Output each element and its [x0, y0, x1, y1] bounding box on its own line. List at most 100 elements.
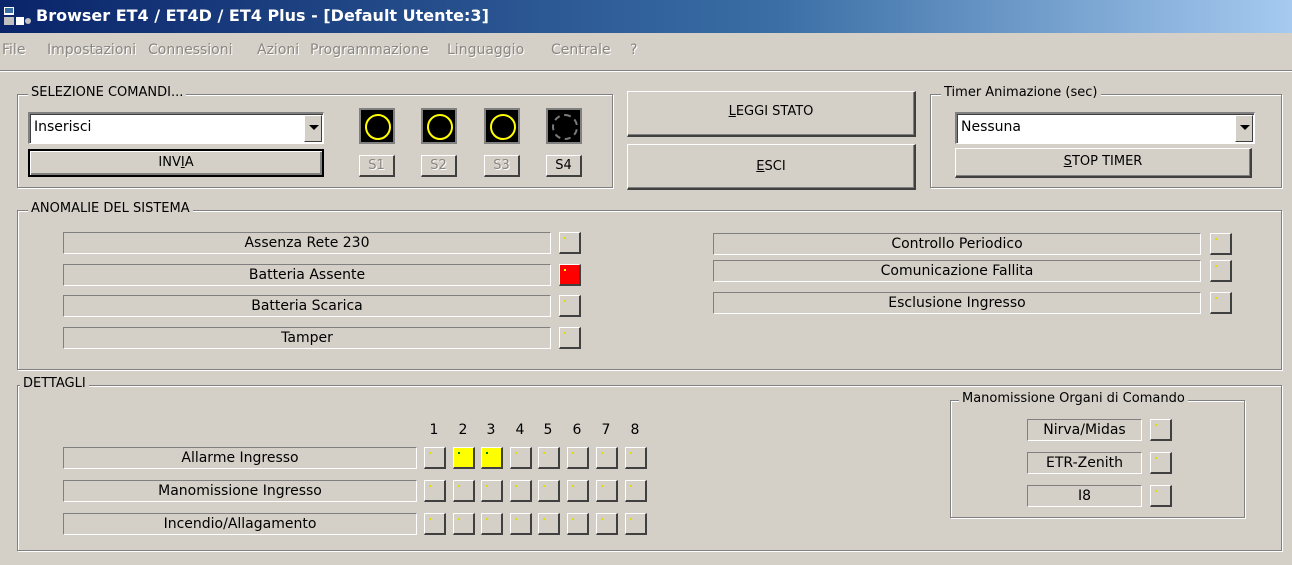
anomaly-field: Tamper	[63, 327, 551, 349]
anomaly-field: Comunicazione Fallita	[713, 260, 1201, 282]
esci-u: E	[756, 159, 765, 174]
detail-led	[481, 513, 503, 535]
dettagli-label: DETTAGLI	[20, 376, 89, 391]
detail-led	[481, 480, 503, 502]
esci-label: ESCI	[628, 145, 914, 189]
timer-label: Timer Animazione (sec)	[941, 85, 1101, 100]
command-select-value: Inserisci	[34, 119, 92, 135]
manomissione-field: ETR-Zenith	[1027, 452, 1142, 474]
lamp-on-icon	[490, 114, 516, 140]
menu-separator	[0, 70, 1292, 72]
sector-s1-button[interactable]: S1	[359, 155, 395, 177]
detail-row-label: Incendio/Allagamento	[63, 513, 417, 535]
anomaly-led	[559, 327, 581, 349]
invia-button[interactable]: INVIA	[28, 149, 324, 177]
timer-select[interactable]: Nessuna	[955, 112, 1255, 144]
menu-bar: File Impostazioni Connessioni Azioni Pro…	[0, 38, 1292, 64]
sector-s4-lamp	[546, 108, 582, 144]
detail-led	[625, 480, 647, 502]
menu-programmazione[interactable]: Programmazione	[310, 42, 429, 58]
leggi-rest: EGGI STATO	[735, 104, 814, 119]
leggi-stato-button[interactable]: LEGGI STATO	[627, 91, 916, 137]
esci-button[interactable]: ESCI	[627, 144, 916, 190]
column-header: 1	[429, 422, 439, 438]
manomissione-field: Nirva/Midas	[1027, 419, 1142, 441]
menu-azioni[interactable]: Azioni	[257, 42, 299, 58]
detail-led	[567, 447, 589, 469]
detail-led	[481, 447, 503, 469]
detail-led	[453, 447, 475, 469]
detail-led	[538, 513, 560, 535]
stop-timer-button[interactable]: STOP TIMER	[955, 148, 1252, 178]
anomaly-field: Esclusione Ingresso	[713, 292, 1201, 314]
menu-linguaggio[interactable]: Linguaggio	[447, 42, 524, 58]
anomaly-led-alarm	[559, 264, 581, 286]
app-icon	[4, 7, 31, 25]
detail-led	[453, 480, 475, 502]
timer-select-value: Nessuna	[961, 119, 1021, 135]
anomaly-led	[559, 295, 581, 317]
sector-s3-button[interactable]: S3	[484, 155, 520, 177]
sector-s1-lamp	[359, 108, 395, 144]
detail-led	[510, 447, 532, 469]
detail-led	[424, 480, 446, 502]
menu-help[interactable]: ?	[630, 42, 637, 58]
menu-connessioni[interactable]: Connessioni	[148, 42, 233, 58]
lamp-on-icon	[427, 114, 453, 140]
anomalie-label: ANOMALIE DEL SISTEMA	[28, 201, 193, 216]
manomissione-led	[1150, 485, 1172, 507]
esci-rest: SCI	[764, 159, 786, 174]
detail-led	[538, 480, 560, 502]
title-bar: Browser ET4 / ET4D / ET4 Plus - [Default…	[0, 0, 1292, 33]
manomissione-label: Manomissione Organi di Comando	[959, 391, 1188, 406]
window-title: Browser ET4 / ET4D / ET4 Plus - [Default…	[36, 6, 489, 25]
column-header: 8	[630, 422, 640, 438]
chevron-down-icon[interactable]	[1235, 115, 1253, 142]
anomaly-led	[1210, 292, 1232, 314]
lamp-off-icon	[552, 114, 578, 140]
anomaly-field: Batteria Scarica	[63, 295, 551, 317]
column-header: 6	[572, 422, 582, 438]
anomaly-led	[559, 232, 581, 254]
selezione-comandi-label: SELEZIONE COMANDI...	[28, 85, 187, 100]
menu-impostazioni[interactable]: Impostazioni	[47, 42, 136, 58]
detail-led	[596, 480, 618, 502]
manomissione-led	[1150, 419, 1172, 441]
detail-led	[510, 513, 532, 535]
detail-led	[567, 480, 589, 502]
detail-led	[424, 513, 446, 535]
detail-led	[567, 513, 589, 535]
detail-led	[596, 513, 618, 535]
sector-s2-lamp	[421, 108, 457, 144]
anomaly-led	[1210, 233, 1232, 255]
detail-led	[538, 447, 560, 469]
column-header: 5	[543, 422, 553, 438]
anomaly-field: Controllo Periodico	[713, 233, 1201, 255]
anomaly-field: Batteria Assente	[63, 264, 551, 286]
chevron-down-icon[interactable]	[304, 115, 322, 142]
menu-centrale[interactable]: Centrale	[551, 42, 611, 58]
invia-label: INVIA	[30, 151, 322, 175]
detail-row-label: Manomissione Ingresso	[63, 480, 417, 502]
detail-led	[596, 447, 618, 469]
stop-u: S	[1063, 154, 1072, 169]
detail-led	[510, 480, 532, 502]
detail-led	[453, 513, 475, 535]
detail-led	[625, 447, 647, 469]
manomissione-led	[1150, 452, 1172, 474]
sector-s2-button[interactable]: S2	[421, 155, 457, 177]
column-header: 2	[458, 422, 468, 438]
sector-s3-lamp	[484, 108, 520, 144]
manomissione-field: I8	[1027, 485, 1142, 507]
stop-rest: TOP TIMER	[1071, 154, 1143, 169]
column-header: 7	[601, 422, 611, 438]
column-header: 3	[486, 422, 496, 438]
invia-label-a: INV	[158, 155, 181, 170]
sector-s4-button[interactable]: S4	[546, 155, 582, 177]
command-select[interactable]: Inserisci	[28, 112, 324, 144]
column-header: 4	[515, 422, 525, 438]
stop-timer-label: STOP TIMER	[956, 149, 1250, 175]
lamp-on-icon	[365, 114, 391, 140]
anomaly-field: Assenza Rete 230	[63, 232, 551, 254]
menu-file[interactable]: File	[2, 42, 25, 58]
